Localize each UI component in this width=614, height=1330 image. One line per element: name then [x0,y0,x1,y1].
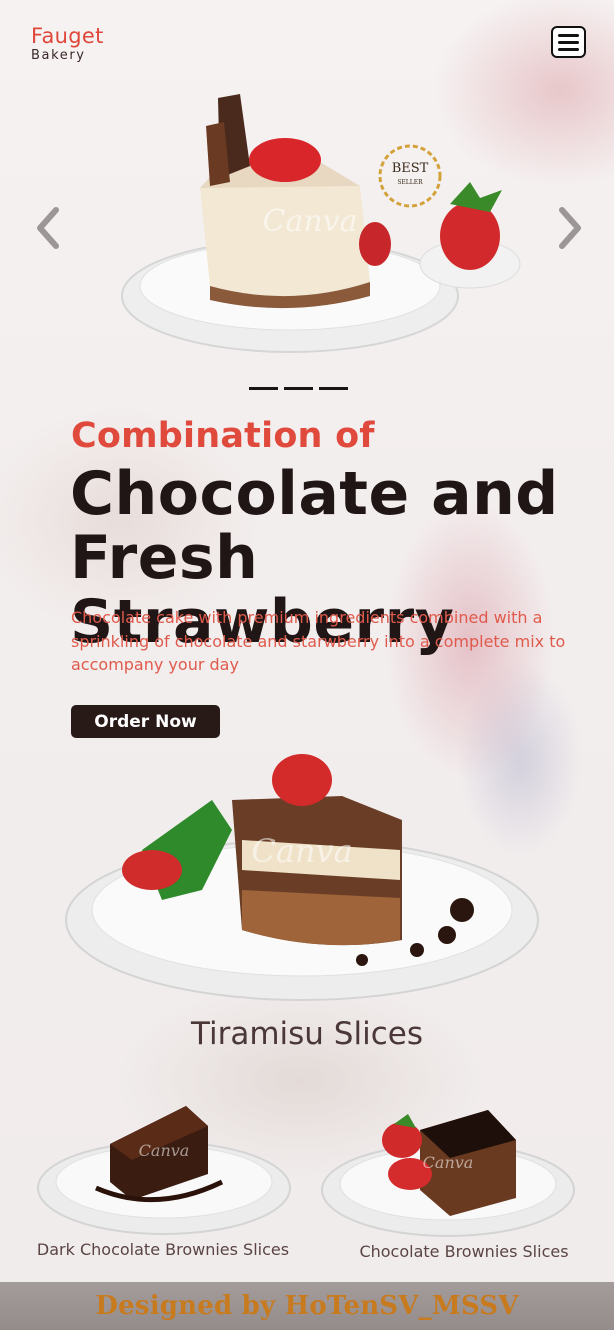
watermark-text: Canva [423,1153,474,1172]
best-seller-badge: BEST SELLER [378,144,442,208]
menu-line [558,40,579,44]
tiramisu-slice-image: Canva [65,754,539,1001]
slide-indicator[interactable] [249,387,278,390]
product-label-dark-chocolate-brownies[interactable]: Dark Chocolate Brownies Slices [20,1240,306,1259]
slide-indicator[interactable] [319,387,348,390]
slide-indicator[interactable] [284,387,313,390]
svg-text:BEST: BEST [392,161,429,176]
headline-line-1: Chocolate and [70,459,559,529]
chevron-left-icon[interactable] [34,206,62,250]
svg-text:SELLER: SELLER [397,179,423,186]
dark-brownie-slice-image[interactable]: Canva [36,1096,292,1240]
chocolate-brownie-slice-image[interactable]: Canva [320,1100,576,1240]
brand-logo[interactable]: Fauget Bakery [31,24,104,64]
menu-line [558,47,579,51]
hamburger-menu-icon[interactable] [551,26,586,58]
brand-name: Fauget [31,24,104,48]
chevron-right-icon[interactable] [556,206,584,250]
featured-product-label[interactable]: Tiramisu Slices [0,1016,614,1052]
hero-kicker: Combination of [71,416,375,456]
brand-subtitle: Bakery [31,48,86,63]
footer-credit: Designed by HoTenSV_MSSV [95,1291,519,1321]
watermark-text: Canva [139,1141,190,1160]
footer: Designed by HoTenSV_MSSV [0,1282,614,1330]
hero-description: Chocolate cake with premium ingredients … [71,608,566,674]
carousel-indicators[interactable] [249,387,348,390]
order-now-button[interactable]: Order Now [71,705,220,738]
menu-line [558,33,579,37]
watermark-text: Canva [251,832,352,870]
cheesecake-slice-image: BEST SELLER Canva [121,94,521,353]
watermark-text: Canva [263,204,358,239]
product-label-chocolate-brownies[interactable]: Chocolate Brownies Slices [320,1242,608,1261]
